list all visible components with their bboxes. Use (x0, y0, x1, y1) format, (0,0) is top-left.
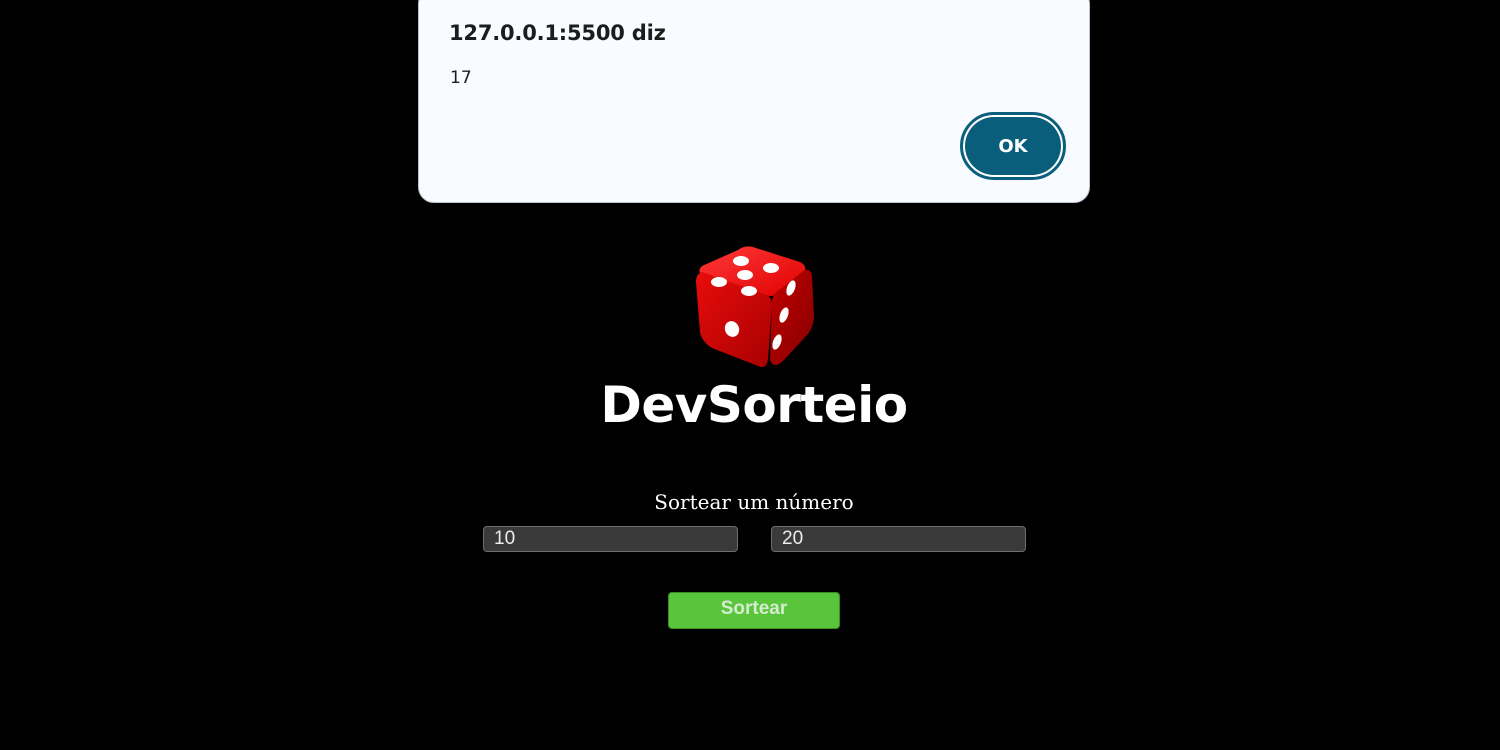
brand-title: DevSorteio (600, 376, 908, 434)
draw-number-label: Sortear um número (654, 490, 854, 514)
max-number-input[interactable] (771, 526, 1026, 552)
red-dice-icon (696, 246, 814, 368)
alert-title: 127.0.0.1:5500 diz (449, 21, 666, 45)
alert-ok-button[interactable]: OK (960, 112, 1066, 180)
draw-button[interactable]: Sortear (668, 592, 840, 629)
min-number-input[interactable] (483, 526, 738, 552)
alert-dialog: 127.0.0.1:5500 diz 17 OK (418, 0, 1090, 203)
alert-ok-label: OK (965, 117, 1061, 175)
alert-message: 17 (450, 68, 472, 88)
